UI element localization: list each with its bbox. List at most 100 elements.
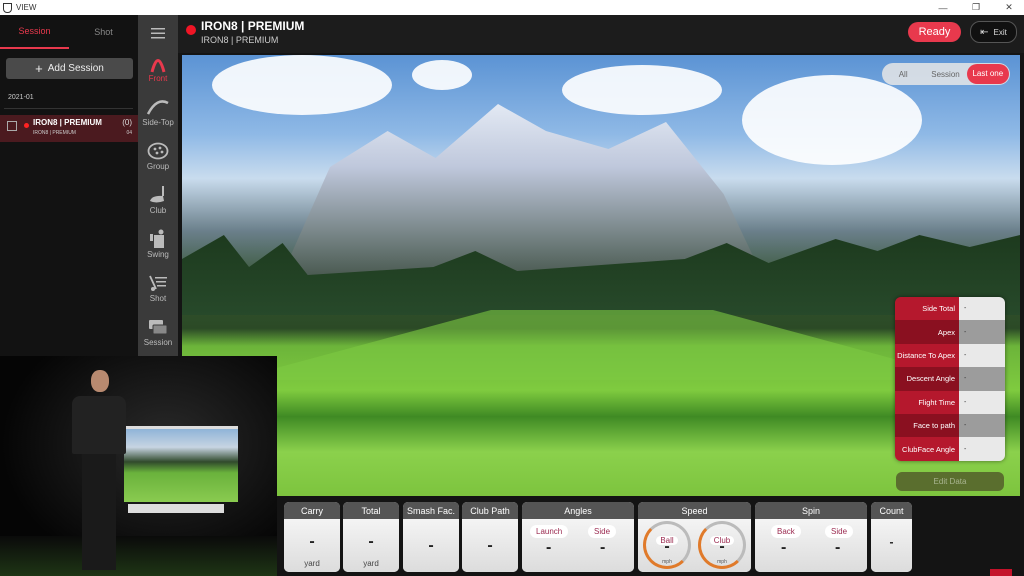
stat-row: Face to path -	[895, 413, 1005, 438]
stat-row: ClubFace Angle -	[895, 437, 1005, 461]
rail-item-front[interactable]: Front	[138, 53, 178, 83]
metric-value: -	[487, 537, 493, 554]
stat-label: Descent Angle	[895, 367, 959, 391]
metric-title: Smash Fac.	[403, 502, 459, 519]
camera-floor	[0, 536, 277, 576]
stat-row: Side Total -	[895, 297, 1005, 321]
stat-label: Face to path	[895, 413, 959, 438]
rail-item-group[interactable]: Group	[138, 141, 178, 171]
session-number: 04	[126, 130, 132, 136]
shot-filter: All Session Last one	[882, 63, 1010, 85]
tab-session[interactable]: Session	[0, 15, 69, 49]
cloud	[212, 55, 392, 115]
session-panel: Session Shot + Add Session 2021-01 IRON8…	[0, 15, 138, 356]
cloud	[412, 60, 472, 90]
metric-card-club-path: Club Path -	[462, 502, 518, 572]
rail-label: Session	[143, 338, 173, 347]
stat-label: Apex	[895, 320, 959, 344]
restore-button[interactable]: ❐	[961, 0, 991, 15]
stat-row: Apex -	[895, 320, 1005, 344]
rail-item-shot[interactable]: Shot	[138, 273, 178, 303]
play-button-icon[interactable]	[990, 569, 1012, 576]
session-icon	[146, 317, 170, 337]
rail-item-club[interactable]: Club	[138, 185, 178, 215]
stat-value: -	[959, 437, 1005, 461]
rail-item-side-top[interactable]: Side-Top	[138, 97, 178, 127]
stat-value: -	[959, 297, 1005, 321]
rail-item-session[interactable]: Session	[138, 317, 178, 347]
metric-value: -	[368, 533, 374, 550]
rail-label: Shot	[149, 294, 167, 303]
metric-title: Carry	[284, 502, 340, 519]
fairway	[232, 310, 972, 380]
session-checkbox[interactable]	[7, 121, 17, 131]
metric-title: Spin	[755, 502, 867, 519]
session-list-item[interactable]: IRON8 | PREMIUM IRON8 | PREMIUM (0) 04	[0, 115, 138, 142]
ball-speed-gauge: Ball - mph	[643, 521, 691, 569]
back-spin-label: Back	[771, 525, 801, 538]
session-header: IRON8 | PREMIUM IRON8 | PREMIUM Ready ⇤ …	[178, 15, 1024, 53]
stat-row: Descent Angle -	[895, 367, 1005, 391]
close-button[interactable]: ✕	[994, 0, 1024, 15]
session-subtitle: IRON8 | PREMIUM	[33, 130, 76, 136]
stat-row: Flight Time -	[895, 390, 1005, 414]
minimize-button[interactable]: —	[928, 0, 958, 15]
camera-projection-screen	[124, 426, 238, 502]
filter-all[interactable]: All	[882, 70, 924, 79]
launch-label: Launch	[530, 525, 569, 538]
cloud	[742, 75, 922, 165]
metric-title: Count	[871, 502, 912, 519]
session-name: IRON8 | PREMIUM	[33, 118, 102, 127]
side-angle-label: Side	[588, 525, 617, 538]
ball-speed-value: -	[664, 538, 670, 555]
side-spin-label: Side	[825, 525, 854, 538]
rail-label: Swing	[147, 250, 169, 259]
club-speed-gauge: Club - mph	[698, 521, 746, 569]
hamburger-menu-icon	[146, 23, 170, 43]
trajectory-side-icon	[146, 97, 170, 117]
cloud	[562, 65, 722, 115]
shot-stats-table: Side Total - Apex - Distance To Apex - Desc…	[895, 297, 1005, 461]
session-subtitle: IRON8 | PREMIUM	[201, 35, 279, 45]
edit-data-button[interactable]: Edit Data	[896, 472, 1004, 491]
plus-icon: +	[35, 61, 43, 76]
record-dot-icon	[24, 123, 29, 128]
metric-unit: yard	[304, 559, 320, 568]
mountain	[282, 104, 762, 275]
club-speed-value: -	[719, 538, 725, 555]
club-icon	[146, 185, 170, 205]
launch-value: -	[546, 539, 552, 556]
side-angle-value: -	[600, 539, 606, 556]
group-icon	[146, 141, 170, 161]
rail-item-swing[interactable]: Swing	[138, 229, 178, 259]
metric-title: Angles	[522, 502, 634, 519]
back-spin-value: -	[781, 539, 787, 556]
stat-row: Distance To Apex -	[895, 343, 1005, 368]
session-title: IRON8 | PREMIUM	[201, 19, 305, 33]
tab-shot[interactable]: Shot	[69, 15, 138, 49]
exit-button[interactable]: ⇤ Exit	[970, 21, 1017, 43]
window-titlebar: VIEW — ❐ ✕	[0, 0, 1024, 15]
shot-list-icon	[146, 273, 170, 293]
stat-value: -	[959, 343, 1005, 368]
metric-value: -	[309, 533, 315, 550]
add-session-label: Add Session	[47, 63, 104, 74]
stat-value: -	[959, 320, 1005, 344]
camera-golfer	[64, 370, 134, 570]
ready-status-button[interactable]: Ready	[908, 22, 961, 42]
stat-value: -	[959, 390, 1005, 414]
metric-title: Speed	[638, 502, 751, 519]
filter-session[interactable]: Session	[924, 70, 966, 79]
menu-button[interactable]	[138, 23, 178, 43]
golfer-legs	[82, 454, 116, 570]
record-indicator-icon	[186, 25, 196, 35]
exit-icon: ⇤	[980, 26, 989, 38]
window-title: VIEW	[16, 3, 37, 12]
trajectory-front-icon	[146, 53, 170, 73]
rail-label: Club	[149, 206, 167, 215]
filter-last-one[interactable]: Last one	[966, 64, 1009, 84]
camera-screen-tiles	[128, 504, 224, 513]
stat-label: Distance To Apex	[895, 343, 959, 368]
stat-value: -	[959, 367, 1005, 391]
add-session-button[interactable]: + Add Session	[6, 58, 133, 79]
